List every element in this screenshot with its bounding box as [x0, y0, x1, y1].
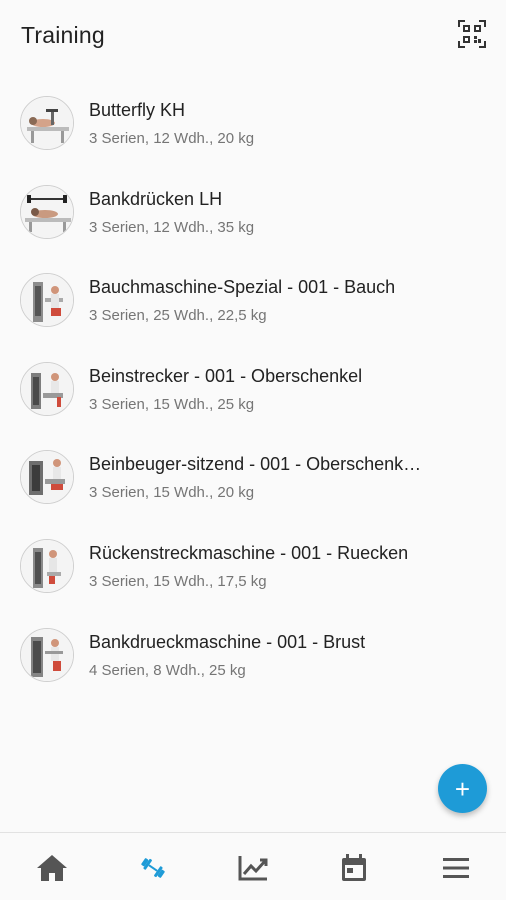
exercise-details: 3 Serien, 12 Wdh., 35 kg [89, 218, 255, 236]
exercise-details: 3 Serien, 15 Wdh., 17,5 kg [89, 572, 267, 590]
qr-code-scan-icon[interactable] [458, 20, 486, 48]
exercise-details: 4 Serien, 8 Wdh., 25 kg [89, 661, 246, 679]
app-header: Training [0, 0, 506, 72]
exercise-thumbnail [20, 273, 74, 328]
page-title: Training [21, 22, 105, 48]
exercise-thumbnail [20, 361, 74, 416]
list-item[interactable]: Bankdrücken LH 3 Serien, 12 Wdh., 35 kg [0, 169, 506, 258]
exercise-name: Bankdrueckmaschine - 001 - Brust [89, 631, 366, 652]
dumbbell-icon[interactable] [136, 851, 170, 885]
exercise-thumbnail [20, 538, 74, 593]
exercise-name: Butterfly KH [89, 100, 186, 120]
bottom-navigation [0, 832, 506, 900]
exercise-name: Bauchmaschine-Spezial - 001 - Bauch [89, 277, 396, 298]
list-item[interactable]: Bankdrueckmaschine - 001 - Brust 4 Serie… [0, 612, 506, 701]
list-item[interactable]: Butterfly KH 3 Serien, 12 Wdh., 20 kg [0, 80, 506, 169]
calendar-icon[interactable] [337, 851, 371, 885]
exercise-details: 3 Serien, 12 Wdh., 20 kg [89, 130, 255, 147]
exercise-thumbnail [20, 96, 74, 150]
exercise-name: Beinbeuger-sitzend - 001 - Oberschenk… [89, 454, 422, 475]
plus-icon: + [454, 773, 471, 804]
list-item[interactable]: Beinstrecker - 001 - Oberschenkel 3 Seri… [0, 346, 506, 435]
exercise-thumbnail [20, 184, 74, 239]
list-item[interactable]: Bauchmaschine-Spezial - 001 - Bauch 3 Se… [0, 257, 506, 346]
exercise-name: Rückenstreckmaschine - 001 - Ruecken [89, 542, 409, 563]
exercise-details: 3 Serien, 15 Wdh., 25 kg [89, 395, 255, 413]
add-exercise-button[interactable]: + [438, 764, 487, 813]
exercise-name: Bankdrücken LH [89, 188, 223, 209]
exercise-details: 3 Serien, 25 Wdh., 22,5 kg [89, 307, 267, 325]
chart-icon[interactable] [236, 851, 270, 885]
exercise-list: Butterfly KH 3 Serien, 12 Wdh., 20 kg Ba… [0, 80, 506, 700]
exercise-thumbnail [20, 627, 74, 682]
exercise-details: 3 Serien, 15 Wdh., 20 kg [89, 484, 255, 502]
menu-icon[interactable] [439, 851, 473, 885]
list-item[interactable]: Rückenstreckmaschine - 001 - Ruecken 3 S… [0, 523, 506, 612]
list-item[interactable]: Beinbeuger-sitzend - 001 - Oberschenk… 3… [0, 434, 506, 523]
exercise-name: Beinstrecker - 001 - Oberschenkel [89, 365, 363, 386]
exercise-thumbnail [20, 450, 74, 505]
home-icon[interactable] [35, 851, 69, 885]
